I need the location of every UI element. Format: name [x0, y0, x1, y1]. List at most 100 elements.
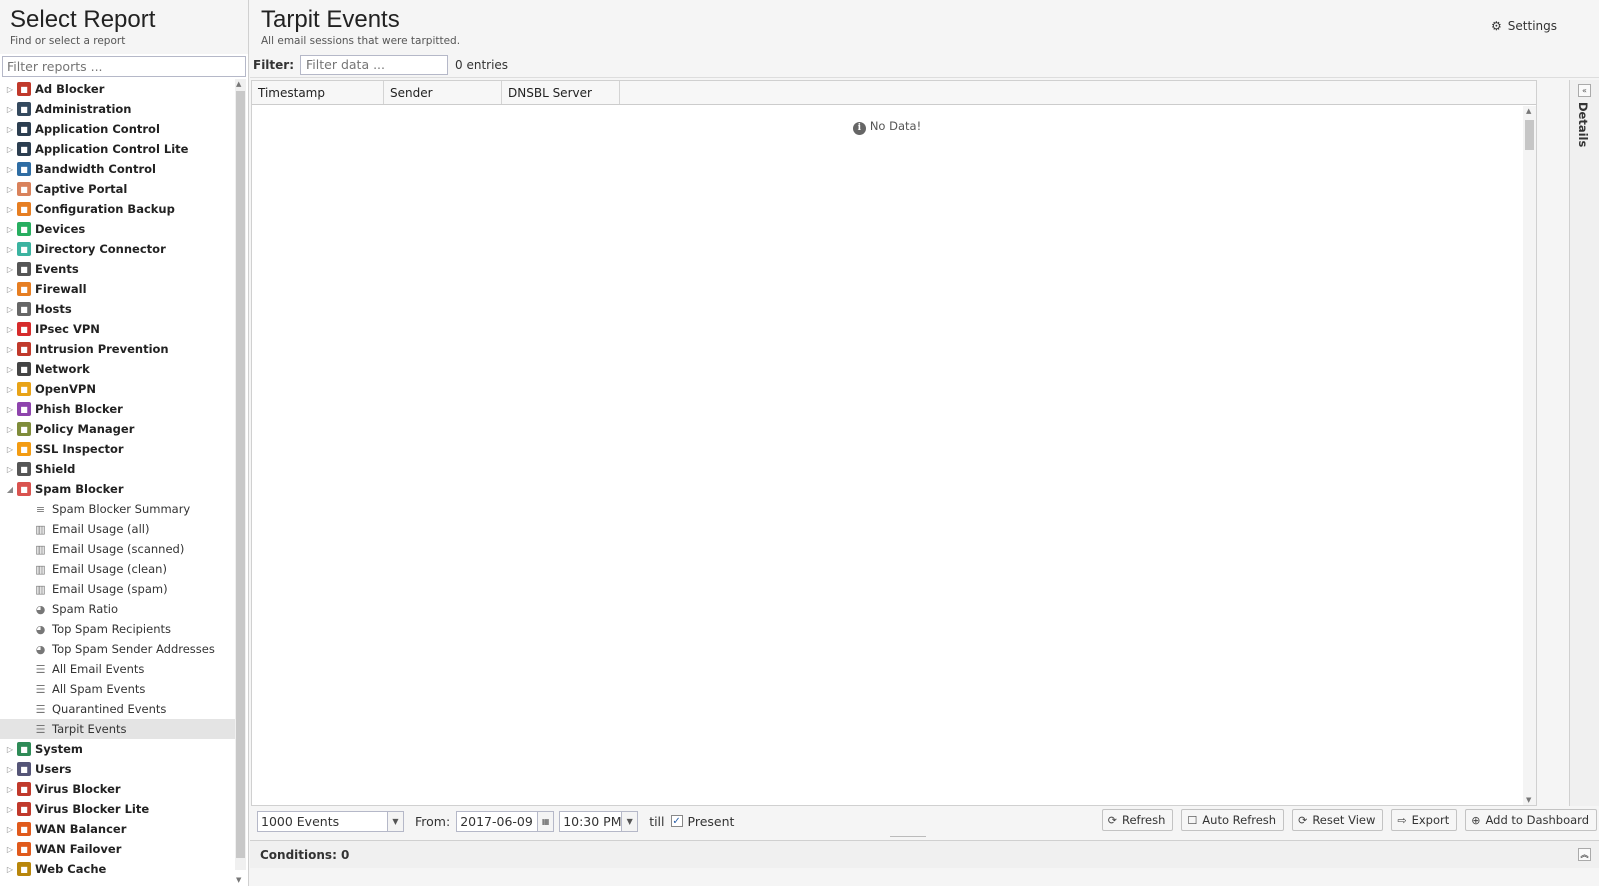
expand-details-icon[interactable]: «	[1578, 84, 1591, 97]
expand-triangle-icon[interactable]: ▷	[5, 785, 15, 794]
details-label[interactable]: Details	[1576, 102, 1590, 147]
tree-report-email-usage-clean[interactable]: ▥ Email Usage (clean)	[0, 559, 236, 579]
tree-item-bandwidth-control[interactable]: ▷ ■ Bandwidth Control	[0, 159, 236, 179]
tree-item-network[interactable]: ▷ ■ Network	[0, 359, 236, 379]
grid-scroll-down-icon[interactable]: ▼	[1526, 796, 1531, 804]
tree-item-virus-blocker-lite[interactable]: ▷ ■ Virus Blocker Lite	[0, 799, 236, 819]
expand-triangle-icon[interactable]: ▷	[5, 465, 15, 474]
filter-data-input[interactable]	[300, 54, 449, 75]
tree-item-hosts[interactable]: ▷ ■ Hosts	[0, 299, 236, 319]
expand-triangle-icon[interactable]: ▷	[5, 405, 15, 414]
expand-triangle-icon[interactable]: ▷	[5, 165, 15, 174]
expand-triangle-icon[interactable]: ▷	[5, 745, 15, 754]
expand-triangle-icon[interactable]: ▷	[5, 145, 15, 154]
chevron-down-icon[interactable]: ▼	[387, 811, 403, 831]
tree-item-virus-blocker[interactable]: ▷ ■ Virus Blocker	[0, 779, 236, 799]
tree-item-firewall[interactable]: ▷ ■ Firewall	[0, 279, 236, 299]
tree-item-wan-balancer[interactable]: ▷ ■ WAN Balancer	[0, 819, 236, 839]
tree-report-top-spam-sender-addresses[interactable]: ◕ Top Spam Sender Addresses	[0, 639, 236, 659]
expand-triangle-icon[interactable]: ▷	[5, 185, 15, 194]
tree-report-all-spam-events[interactable]: ☰ All Spam Events	[0, 679, 236, 699]
settings-button[interactable]: ⚙ Settings	[1491, 19, 1557, 33]
tree-item-captive-portal[interactable]: ▷ ■ Captive Portal	[0, 179, 236, 199]
tree-report-spam-blocker-summary[interactable]: ≡ Spam Blocker Summary	[0, 499, 236, 519]
expand-triangle-icon[interactable]: ▷	[5, 825, 15, 834]
tree-item-openvpn[interactable]: ▷ ■ OpenVPN	[0, 379, 236, 399]
scroll-up-icon[interactable]: ▲	[236, 80, 241, 88]
expand-triangle-icon[interactable]: ▷	[5, 245, 15, 254]
expand-triangle-icon[interactable]: ▷	[5, 425, 15, 434]
report-tree-scrollbar[interactable]: ▲ ▼	[235, 79, 246, 884]
tree-item-web-cache[interactable]: ▷ ■ Web Cache	[0, 859, 236, 879]
splitter-handle[interactable]	[890, 836, 926, 839]
tree-item-wan-failover[interactable]: ▷ ■ WAN Failover	[0, 839, 236, 859]
expand-triangle-icon[interactable]: ▷	[5, 125, 15, 134]
tree-report-email-usage-scanned[interactable]: ▥ Email Usage (scanned)	[0, 539, 236, 559]
column-header-dnsbl-server[interactable]: DNSBL Server	[502, 81, 620, 104]
reset-view-button[interactable]: ⟳ Reset View	[1292, 809, 1384, 831]
auto-refresh-button[interactable]: ☐ Auto Refresh	[1181, 809, 1285, 831]
tree-item-intrusion-prevention[interactable]: ▷ ■ Intrusion Prevention	[0, 339, 236, 359]
tree-report-email-usage-spam[interactable]: ▥ Email Usage (spam)	[0, 579, 236, 599]
expand-triangle-icon[interactable]: ▷	[5, 205, 15, 214]
refresh-button[interactable]: ⟳ Refresh	[1101, 809, 1174, 831]
grid-scroll-up-icon[interactable]: ▲	[1526, 107, 1531, 115]
tree-item-configuration-backup[interactable]: ▷ ■ Configuration Backup	[0, 199, 236, 219]
tree-item-administration[interactable]: ▷ ■ Administration	[0, 99, 236, 119]
expand-triangle-icon[interactable]: ▷	[5, 845, 15, 854]
expand-triangle-icon[interactable]: ▷	[5, 345, 15, 354]
scroll-down-icon[interactable]: ▼	[236, 876, 241, 884]
expand-conditions-icon[interactable]: ︽	[1578, 848, 1591, 861]
events-limit-select[interactable]: 1000 Events ▼	[257, 810, 404, 832]
collapse-triangle-icon[interactable]: ◢	[5, 485, 15, 494]
tree-report-spam-ratio[interactable]: ◕ Spam Ratio	[0, 599, 236, 619]
expand-triangle-icon[interactable]: ▷	[5, 445, 15, 454]
tree-report-tarpit-events[interactable]: ☰ Tarpit Events	[0, 719, 236, 739]
tree-report-email-usage-all[interactable]: ▥ Email Usage (all)	[0, 519, 236, 539]
expand-triangle-icon[interactable]: ▷	[5, 765, 15, 774]
grid-scrollbar-thumb[interactable]	[1525, 120, 1534, 150]
tree-report-quarantined-events[interactable]: ☰ Quarantined Events	[0, 699, 236, 719]
tree-item-ssl-inspector[interactable]: ▷ ■ SSL Inspector	[0, 439, 236, 459]
tree-item-shield[interactable]: ▷ ■ Shield	[0, 459, 236, 479]
expand-triangle-icon[interactable]: ▷	[5, 225, 15, 234]
add-to-dashboard-button[interactable]: ⊕ Add to Dashboard	[1465, 809, 1597, 831]
expand-triangle-icon[interactable]: ▷	[5, 865, 15, 874]
tree-item-application-control[interactable]: ▷ ■ Application Control	[0, 119, 236, 139]
export-button[interactable]: ⇨ Export	[1391, 809, 1458, 831]
grid-scrollbar[interactable]: ▲ ▼	[1523, 106, 1536, 805]
expand-triangle-icon[interactable]: ▷	[5, 325, 15, 334]
column-header-timestamp[interactable]: Timestamp	[252, 81, 384, 104]
expand-triangle-icon[interactable]: ▷	[5, 265, 15, 274]
tree-item-system[interactable]: ▷ ■ System	[0, 739, 236, 759]
tree-item-application-control-lite[interactable]: ▷ ■ Application Control Lite	[0, 139, 236, 159]
tree-item-ad-blocker[interactable]: ▷ ■ Ad Blocker	[0, 79, 236, 99]
expand-triangle-icon[interactable]: ▷	[5, 105, 15, 114]
expand-triangle-icon[interactable]: ▷	[5, 385, 15, 394]
calendar-icon[interactable]: ▦	[537, 811, 554, 831]
tree-item-label: Phish Blocker	[35, 402, 123, 416]
expand-triangle-icon[interactable]: ▷	[5, 365, 15, 374]
tree-item-ipsec-vpn[interactable]: ▷ ■ IPsec VPN	[0, 319, 236, 339]
from-date-field[interactable]: 2017-06-09 ▦	[456, 810, 555, 832]
column-header-sender[interactable]: Sender	[384, 81, 502, 104]
tree-item-events[interactable]: ▷ ■ Events	[0, 259, 236, 279]
tree-item-devices[interactable]: ▷ ■ Devices	[0, 219, 236, 239]
tree-item-users[interactable]: ▷ ■ Users	[0, 759, 236, 779]
scrollbar-thumb[interactable]	[236, 91, 245, 858]
expand-triangle-icon[interactable]: ▷	[5, 305, 15, 314]
present-label[interactable]: Present	[688, 814, 735, 829]
expand-triangle-icon[interactable]: ▷	[5, 285, 15, 294]
tree-report-top-spam-recipients[interactable]: ◕ Top Spam Recipients	[0, 619, 236, 639]
tree-item-directory-connector[interactable]: ▷ ■ Directory Connector	[0, 239, 236, 259]
from-time-field[interactable]: 10:30 PM ▼	[559, 810, 639, 832]
filter-reports-input[interactable]	[2, 56, 246, 77]
expand-triangle-icon[interactable]: ▷	[5, 85, 15, 94]
tree-item-policy-manager[interactable]: ▷ ■ Policy Manager	[0, 419, 236, 439]
present-checkbox[interactable]: ✓	[670, 815, 683, 827]
expand-triangle-icon[interactable]: ▷	[5, 805, 15, 814]
time-chevron-down-icon[interactable]: ▼	[621, 811, 638, 831]
tree-item-spam-blocker[interactable]: ◢ ■ Spam Blocker	[0, 479, 236, 499]
tree-report-all-email-events[interactable]: ☰ All Email Events	[0, 659, 236, 679]
tree-item-phish-blocker[interactable]: ▷ ■ Phish Blocker	[0, 399, 236, 419]
